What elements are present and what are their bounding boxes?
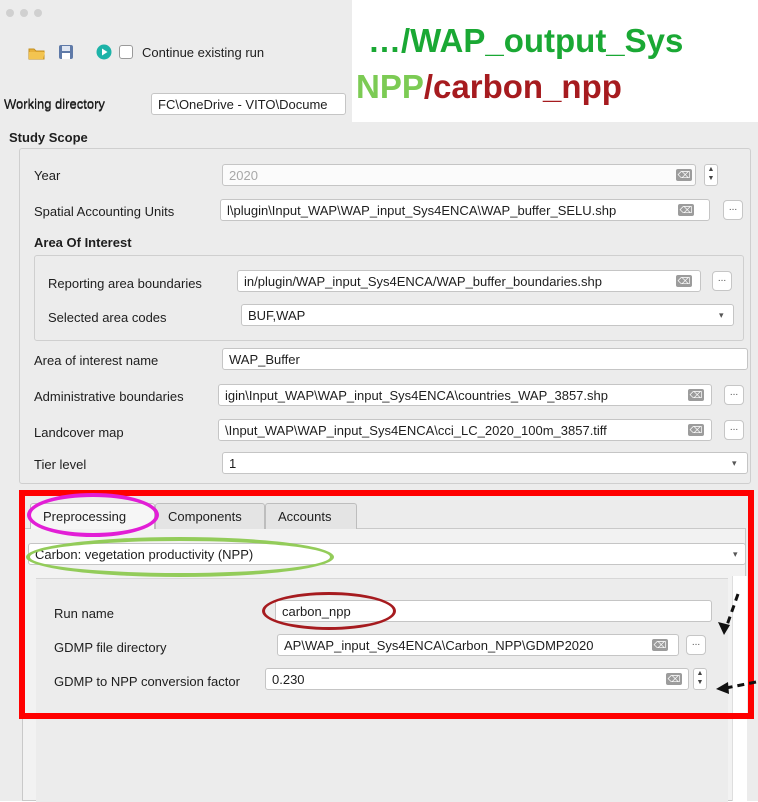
area-codes-chevron-icon[interactable]: ▾ (719, 310, 724, 321)
year-input[interactable]: 2020 (222, 164, 696, 186)
area-codes-label: Selected area codes (48, 310, 167, 325)
landcover-browse-button[interactable]: ... (724, 420, 744, 440)
window-zoom-dot[interactable] (34, 9, 42, 17)
rab-input[interactable]: in/plugin/WAP_input_Sys4ENCA/WAP_buffer_… (237, 270, 701, 292)
rab-label: Reporting area boundaries (48, 276, 202, 291)
title-bar: Continue existing run Working directory (0, 0, 352, 111)
window-close-dot[interactable] (6, 9, 14, 17)
landcover-clear-icon[interactable]: ⌫ (688, 424, 704, 436)
sau-label: Spatial Accounting Units (34, 204, 175, 219)
window-minimize-dot[interactable] (20, 9, 28, 17)
overlay-path-line2: NPP/carbon_npp (356, 68, 622, 106)
year-label: Year (34, 168, 61, 183)
overlay-npp: NPP (356, 68, 424, 105)
year-clear-icon[interactable]: ⌫ (676, 169, 692, 181)
continue-run-checkbox[interactable] (119, 45, 133, 59)
plugin-window: Continue existing run Working directory … (0, 0, 758, 802)
overlay-sep: / (423, 68, 434, 105)
open-folder-icon[interactable] (28, 46, 46, 60)
admin-boundaries-input[interactable]: igin\Input_WAP\WAP_input_Sys4ENCA\countr… (218, 384, 712, 406)
year-spin-icon[interactable]: ▲ ▼ (704, 164, 718, 186)
landcover-input[interactable]: \Input_WAP\WAP_input_Sys4ENCA\cci_LC_202… (218, 419, 712, 441)
dashed-arrows-annotation (716, 593, 757, 694)
save-icon[interactable] (58, 44, 74, 60)
landcover-label: Landcover map (34, 425, 124, 440)
tier-level-label: Tier level (34, 457, 87, 472)
working-directory-label-text: Working directory (4, 97, 105, 112)
overlay-path-line1: …/WAP_output_Sys (368, 22, 683, 60)
admin-clear-icon[interactable]: ⌫ (688, 389, 704, 401)
aoi-group (34, 255, 744, 341)
darkred-ellipse-annotation (262, 592, 396, 630)
aoi-title: Area Of Interest (34, 235, 132, 250)
tier-level-chevron-icon[interactable]: ▾ (732, 458, 737, 469)
admin-boundaries-label: Administrative boundaries (34, 389, 184, 404)
continue-run-label: Continue existing run (142, 45, 265, 60)
study-scope-title: Study Scope (9, 130, 88, 145)
sau-browse-button[interactable]: ... (723, 200, 743, 220)
overlay-prefix: …/ (368, 22, 411, 59)
rab-clear-icon[interactable]: ⌫ (676, 275, 692, 287)
area-codes-select[interactable]: BUF,WAP (241, 304, 734, 326)
aoi-name-input[interactable]: WAP_Buffer (222, 348, 748, 370)
overlay-folder: WAP_output_Sys (410, 22, 684, 59)
run-icon[interactable] (96, 44, 112, 60)
sau-input[interactable]: l\plugin\Input_WAP\WAP_input_Sys4ENCA\WA… (220, 199, 710, 221)
tier-level-select[interactable]: 1 (222, 452, 748, 474)
admin-browse-button[interactable]: ... (724, 385, 744, 405)
overlay-run: carbon_npp (433, 68, 622, 105)
magenta-ellipse-annotation (27, 493, 159, 537)
sau-clear-icon[interactable]: ⌫ (678, 204, 694, 216)
rab-browse-button[interactable]: ... (712, 271, 732, 291)
aoi-name-label: Area of interest name (34, 353, 159, 368)
green-ellipse-annotation (26, 537, 334, 577)
working-directory-input[interactable]: FC\OneDrive - VITO\Docume (151, 93, 346, 115)
